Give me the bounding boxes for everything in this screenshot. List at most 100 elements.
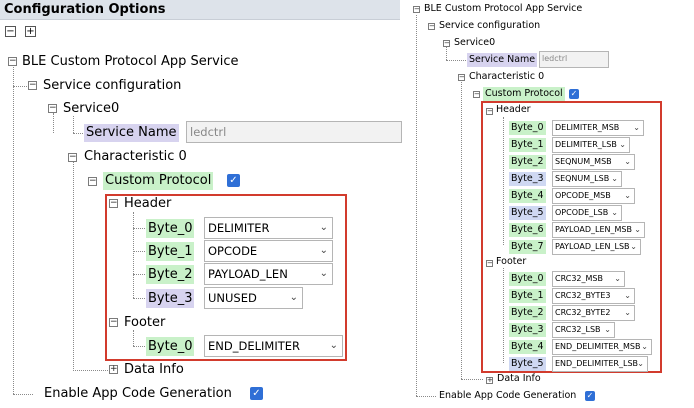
byte-select[interactable]: CRC32_BYTE2 ⌄ <box>552 305 635 321</box>
tree-node-header[interactable]: Header <box>124 196 171 212</box>
expander-toggle[interactable]: − <box>413 6 420 13</box>
byte-label: Byte_5 <box>509 206 546 220</box>
byte-select[interactable]: END_DELIMITER_MSB ⌄ <box>552 339 652 355</box>
enable-app-code-label: Enable App Code Generation <box>44 386 232 401</box>
expander-toggle[interactable]: − <box>486 260 493 267</box>
byte-select-value: DELIMITER <box>208 221 270 235</box>
byte-label: Byte_3 <box>146 289 195 308</box>
enable-app-code-label: Enable App Code Generation <box>439 390 577 401</box>
tree-node-characteristic-0[interactable]: Characteristic 0 <box>84 149 187 165</box>
byte-select-value: OPCODE_LSB <box>555 208 609 217</box>
expander-toggle[interactable]: − <box>68 153 77 162</box>
chevron-down-icon: ⌄ <box>634 225 641 234</box>
tree-node-service-configuration[interactable]: Service configuration <box>439 20 540 32</box>
chevron-down-icon: ⌄ <box>624 308 631 317</box>
collapse-all-button[interactable]: − <box>5 26 16 37</box>
tree-line <box>73 162 74 369</box>
expander-toggle[interactable]: − <box>473 91 480 98</box>
tree-line <box>13 394 33 395</box>
chevron-down-icon: ⌄ <box>611 208 618 217</box>
byte-select-value: DELIMITER_MSB <box>555 123 620 132</box>
byte-select[interactable]: END_DELIMITER_LSB ⌄ <box>552 356 648 372</box>
byte-select[interactable]: OPCODE_LSB ⌄ <box>552 205 622 221</box>
byte-label: Byte_3 <box>509 172 546 186</box>
byte-select[interactable]: CRC32_LSB ⌄ <box>552 322 615 338</box>
custom-protocol-checkbox[interactable]: ✓ <box>569 89 579 99</box>
chevron-down-icon: ⌄ <box>633 123 640 132</box>
byte-select-value: CRC32_LSB <box>555 325 601 334</box>
expander-toggle[interactable]: − <box>109 318 118 327</box>
byte-select-value: CRC32_BYTE3 <box>555 291 611 300</box>
byte-select[interactable]: CRC32_MSB ⌄ <box>552 271 625 287</box>
tree-node-footer[interactable]: Footer <box>124 315 165 331</box>
expander-toggle[interactable]: + <box>109 365 118 374</box>
tree-line <box>446 47 447 60</box>
byte-select[interactable]: PAYLOAD_LEN_MSB ⌄ <box>552 222 645 238</box>
service-name-label: Service Name <box>467 53 538 67</box>
tree-line <box>446 60 466 61</box>
tree-node-characteristic-0[interactable]: Characteristic 0 <box>469 71 544 83</box>
expander-toggle[interactable]: − <box>458 74 465 81</box>
chevron-down-icon: ⌄ <box>614 274 621 283</box>
byte-select[interactable]: SEQNUM_LSB ⌄ <box>552 171 622 187</box>
chevron-down-icon: ⌄ <box>611 174 618 183</box>
tree-line <box>416 15 417 396</box>
tree-node-data-info[interactable]: Data Info <box>497 373 541 385</box>
byte-select[interactable]: DELIMITER_LSB ⌄ <box>552 137 630 153</box>
byte-label: Byte_3 <box>509 323 546 337</box>
enable-app-code-checkbox[interactable]: ✓ <box>585 391 595 401</box>
tree-node-service-configuration[interactable]: Service configuration <box>43 78 181 94</box>
panel-title: Configuration Options <box>0 0 400 20</box>
byte-select[interactable]: UNUSED ⌄ <box>204 287 303 309</box>
byte-select-value: CRC32_BYTE2 <box>555 308 611 317</box>
tree-node-service0[interactable]: Service0 <box>454 37 495 49</box>
tree-node-service0[interactable]: Service0 <box>63 101 119 117</box>
byte-select[interactable]: OPCODE ⌄ <box>204 240 333 262</box>
expander-toggle[interactable]: − <box>109 199 118 208</box>
enable-app-code-checkbox[interactable]: ✓ <box>250 387 263 400</box>
service-name-field[interactable]: ledctrl <box>186 121 402 143</box>
byte-select[interactable]: SEQNUM_MSB ⌄ <box>552 154 635 170</box>
tree-node-data-info[interactable]: Data Info <box>124 362 184 378</box>
byte-select[interactable]: CRC32_BYTE3 ⌄ <box>552 288 635 304</box>
chevron-down-icon: ⌄ <box>624 191 631 200</box>
byte-select-value: END_DELIMITER_LSB <box>555 359 639 368</box>
byte-select-value: PAYLOAD_LEN <box>208 267 288 281</box>
byte-label: Byte_1 <box>146 242 195 261</box>
tree-node-root[interactable]: BLE Custom Protocol App Service <box>22 54 239 70</box>
service-name-field[interactable]: ledctrl <box>539 51 609 68</box>
byte-select[interactable]: DELIMITER_MSB ⌄ <box>552 120 644 136</box>
byte-label: Byte_4 <box>509 189 546 203</box>
tree-node-footer[interactable]: Footer <box>496 256 526 268</box>
expander-toggle[interactable]: − <box>48 104 57 113</box>
byte-label: Byte_5 <box>509 357 546 371</box>
chevron-down-icon: ⌄ <box>624 157 631 166</box>
chevron-down-icon: ⌄ <box>604 325 611 334</box>
expander-toggle[interactable]: − <box>428 23 435 30</box>
tree-node-header[interactable]: Header <box>496 104 531 116</box>
byte-select[interactable]: OPCODE_MSB ⌄ <box>552 188 635 204</box>
byte-label: Byte_7 <box>509 240 546 254</box>
byte-label: Byte_2 <box>509 155 546 169</box>
expand-all-button[interactable]: + <box>25 26 36 37</box>
expander-toggle[interactable]: − <box>28 81 37 90</box>
tree-line <box>461 379 483 380</box>
expander-toggle[interactable]: − <box>8 57 17 66</box>
expander-toggle[interactable]: − <box>88 177 97 186</box>
byte-select[interactable]: PAYLOAD_LEN ⌄ <box>204 263 333 285</box>
chevron-down-icon: ⌄ <box>630 242 637 251</box>
chevron-down-icon: ⌄ <box>329 340 338 351</box>
byte-select[interactable]: PAYLOAD_LEN_LSB ⌄ <box>552 239 641 255</box>
chevron-down-icon: ⌄ <box>319 222 328 233</box>
custom-protocol-checkbox[interactable]: ✓ <box>227 174 240 187</box>
tree-line <box>73 116 74 133</box>
byte-select-value: CRC32_MSB <box>555 274 603 283</box>
expander-toggle[interactable]: − <box>486 108 493 115</box>
byte-select-value: PAYLOAD_LEN_LSB <box>555 242 630 251</box>
byte-select[interactable]: DELIMITER ⌄ <box>204 217 333 239</box>
tree-node-root[interactable]: BLE Custom Protocol App Service <box>424 3 582 15</box>
expander-toggle[interactable]: − <box>443 40 450 47</box>
tree-line <box>73 370 108 371</box>
byte-select[interactable]: END_DELIMITER ⌄ <box>204 335 343 357</box>
expander-toggle[interactable]: + <box>486 377 493 384</box>
